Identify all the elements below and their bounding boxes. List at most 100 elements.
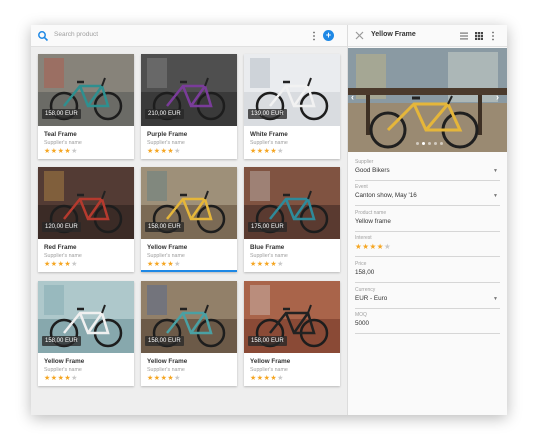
- carousel-next-icon[interactable]: ›: [496, 92, 499, 102]
- product-card[interactable]: 210,00 EUR Purple Frame Supplier's name …: [141, 54, 237, 159]
- field-value[interactable]: 158,00: [355, 269, 374, 276]
- rating-stars: ★★★★★: [44, 148, 78, 156]
- star-icon[interactable]: ★: [377, 242, 384, 251]
- price-badge: 158,00 EUR: [145, 336, 184, 346]
- product-card[interactable]: 175,00 EUR Blue Frame Supplier's name ★★…: [244, 167, 340, 272]
- supplier-name: Supplier's name: [250, 140, 288, 146]
- product-title: Yellow Frame: [44, 358, 85, 365]
- star-icon: ★: [50, 148, 58, 155]
- carousel-prev-icon[interactable]: ‹: [351, 92, 354, 102]
- star-icon: ★: [44, 375, 51, 382]
- product-title: Teal Frame: [44, 131, 77, 138]
- rating-stars: ★★★★★: [250, 148, 284, 156]
- hero-photo: [348, 48, 507, 152]
- field-label: Interest: [355, 235, 372, 241]
- detail-title: Yellow Frame: [371, 31, 416, 38]
- add-product-button[interactable]: +: [323, 30, 334, 41]
- form-field[interactable]: Interest ★★★★★: [355, 235, 500, 257]
- more-vert-icon[interactable]: [311, 30, 317, 42]
- carousel-dot[interactable]: [440, 142, 443, 145]
- search-icon[interactable]: [37, 30, 49, 42]
- rating-stars: ★★★★★: [250, 261, 284, 269]
- star-icon: ★: [44, 261, 51, 268]
- product-image-carousel[interactable]: ‹ ›: [348, 48, 507, 152]
- carousel-dot[interactable]: [428, 142, 431, 145]
- star-icon: ★: [256, 148, 264, 155]
- supplier-name: Supplier's name: [147, 140, 185, 146]
- price-badge: 210,00 EUR: [145, 109, 184, 119]
- star-icon: ★: [71, 375, 78, 382]
- product-title: Yellow Frame: [250, 358, 291, 365]
- star-icon: ★: [256, 261, 264, 268]
- star-icon: ★: [250, 375, 257, 382]
- product-card[interactable]: 158,00 EUR Teal Frame Supplier's name ★★…: [38, 54, 134, 159]
- star-icon: ★: [277, 375, 284, 382]
- product-title: Red Frame: [44, 244, 77, 251]
- product-title: Blue Frame: [250, 244, 285, 251]
- star-icon: ★: [174, 375, 181, 382]
- product-card[interactable]: 158,00 EUR Yellow Frame Supplier's name …: [141, 167, 237, 272]
- star-icon: ★: [250, 261, 257, 268]
- form-field[interactable]: Price 158,00: [355, 261, 500, 283]
- dropdown-arrow-icon[interactable]: ▼: [493, 296, 498, 302]
- product-title: White Frame: [250, 131, 288, 138]
- rating-stars: ★★★★★: [147, 375, 181, 383]
- star-icon[interactable]: ★: [384, 242, 391, 251]
- product-card[interactable]: 158,00 EUR Yellow Frame Supplier's name …: [38, 281, 134, 386]
- form-field[interactable]: MOQ 5000: [355, 312, 500, 334]
- carousel-dot[interactable]: [422, 142, 425, 145]
- grid-view-icon[interactable]: [475, 32, 483, 40]
- field-label: Currency: [355, 287, 376, 293]
- product-card[interactable]: 158,00 EUR Yellow Frame Supplier's name …: [244, 281, 340, 386]
- field-label: MOQ: [355, 312, 367, 318]
- more-vert-icon[interactable]: [490, 30, 496, 42]
- carousel-dot[interactable]: [416, 142, 419, 145]
- star-icon: ★: [147, 148, 154, 155]
- star-icon: ★: [147, 261, 154, 268]
- form-field[interactable]: Event Canton show, May '16 ▼: [355, 184, 500, 206]
- rating-stars: ★★★★★: [147, 148, 181, 156]
- supplier-name: Supplier's name: [44, 140, 82, 146]
- price-badge: 120,00 EUR: [42, 222, 81, 232]
- field-value[interactable]: Yellow frame: [355, 218, 391, 225]
- product-list-panel: Search product + 158,00 EUR Teal Frame S…: [31, 25, 347, 415]
- form-field[interactable]: Product name Yellow frame: [355, 210, 500, 232]
- close-icon[interactable]: [355, 31, 364, 40]
- star-icon: ★: [71, 261, 78, 268]
- field-label: Price: [355, 261, 367, 267]
- carousel-dot[interactable]: [434, 142, 437, 145]
- form-field[interactable]: Currency EUR - Euro ▼: [355, 287, 500, 309]
- price-badge: 139,00 EUR: [248, 109, 287, 119]
- star-icon[interactable]: ★: [369, 242, 376, 251]
- price-badge: 158,00 EUR: [42, 336, 81, 346]
- supplier-name: Supplier's name: [147, 367, 185, 373]
- field-value[interactable]: EUR - Euro: [355, 295, 387, 302]
- field-value[interactable]: Canton show, May '16: [355, 192, 417, 199]
- search-bar: Search product +: [31, 25, 347, 47]
- interest-rating[interactable]: ★★★★★: [355, 242, 391, 251]
- star-icon: ★: [153, 261, 161, 268]
- star-icon: ★: [44, 148, 51, 155]
- list-view-icon[interactable]: [460, 32, 468, 40]
- product-card[interactable]: 158,00 EUR Yellow Frame Supplier's name …: [141, 281, 237, 386]
- search-input[interactable]: Search product: [54, 31, 98, 38]
- dropdown-arrow-icon[interactable]: ▼: [493, 193, 498, 199]
- star-icon: ★: [174, 261, 181, 268]
- price-badge: 175,00 EUR: [248, 222, 287, 232]
- product-card[interactable]: 120,00 EUR Red Frame Supplier's name ★★★…: [38, 167, 134, 272]
- form-field[interactable]: Supplier Good Bikers ▼: [355, 159, 500, 181]
- rating-stars: ★★★★★: [250, 375, 284, 383]
- dropdown-arrow-icon[interactable]: ▼: [493, 168, 498, 174]
- star-icon: ★: [153, 375, 161, 382]
- rating-stars: ★★★★★: [44, 261, 78, 269]
- product-title: Yellow Frame: [147, 244, 188, 251]
- supplier-name: Supplier's name: [147, 253, 185, 259]
- field-value[interactable]: 5000: [355, 320, 369, 327]
- supplier-name: Supplier's name: [44, 253, 82, 259]
- star-icon: ★: [256, 375, 264, 382]
- star-icon: ★: [50, 375, 58, 382]
- field-value[interactable]: Good Bikers: [355, 167, 390, 174]
- product-card[interactable]: 139,00 EUR White Frame Supplier's name ★…: [244, 54, 340, 159]
- carousel-dots: [416, 142, 443, 145]
- supplier-name: Supplier's name: [250, 367, 288, 373]
